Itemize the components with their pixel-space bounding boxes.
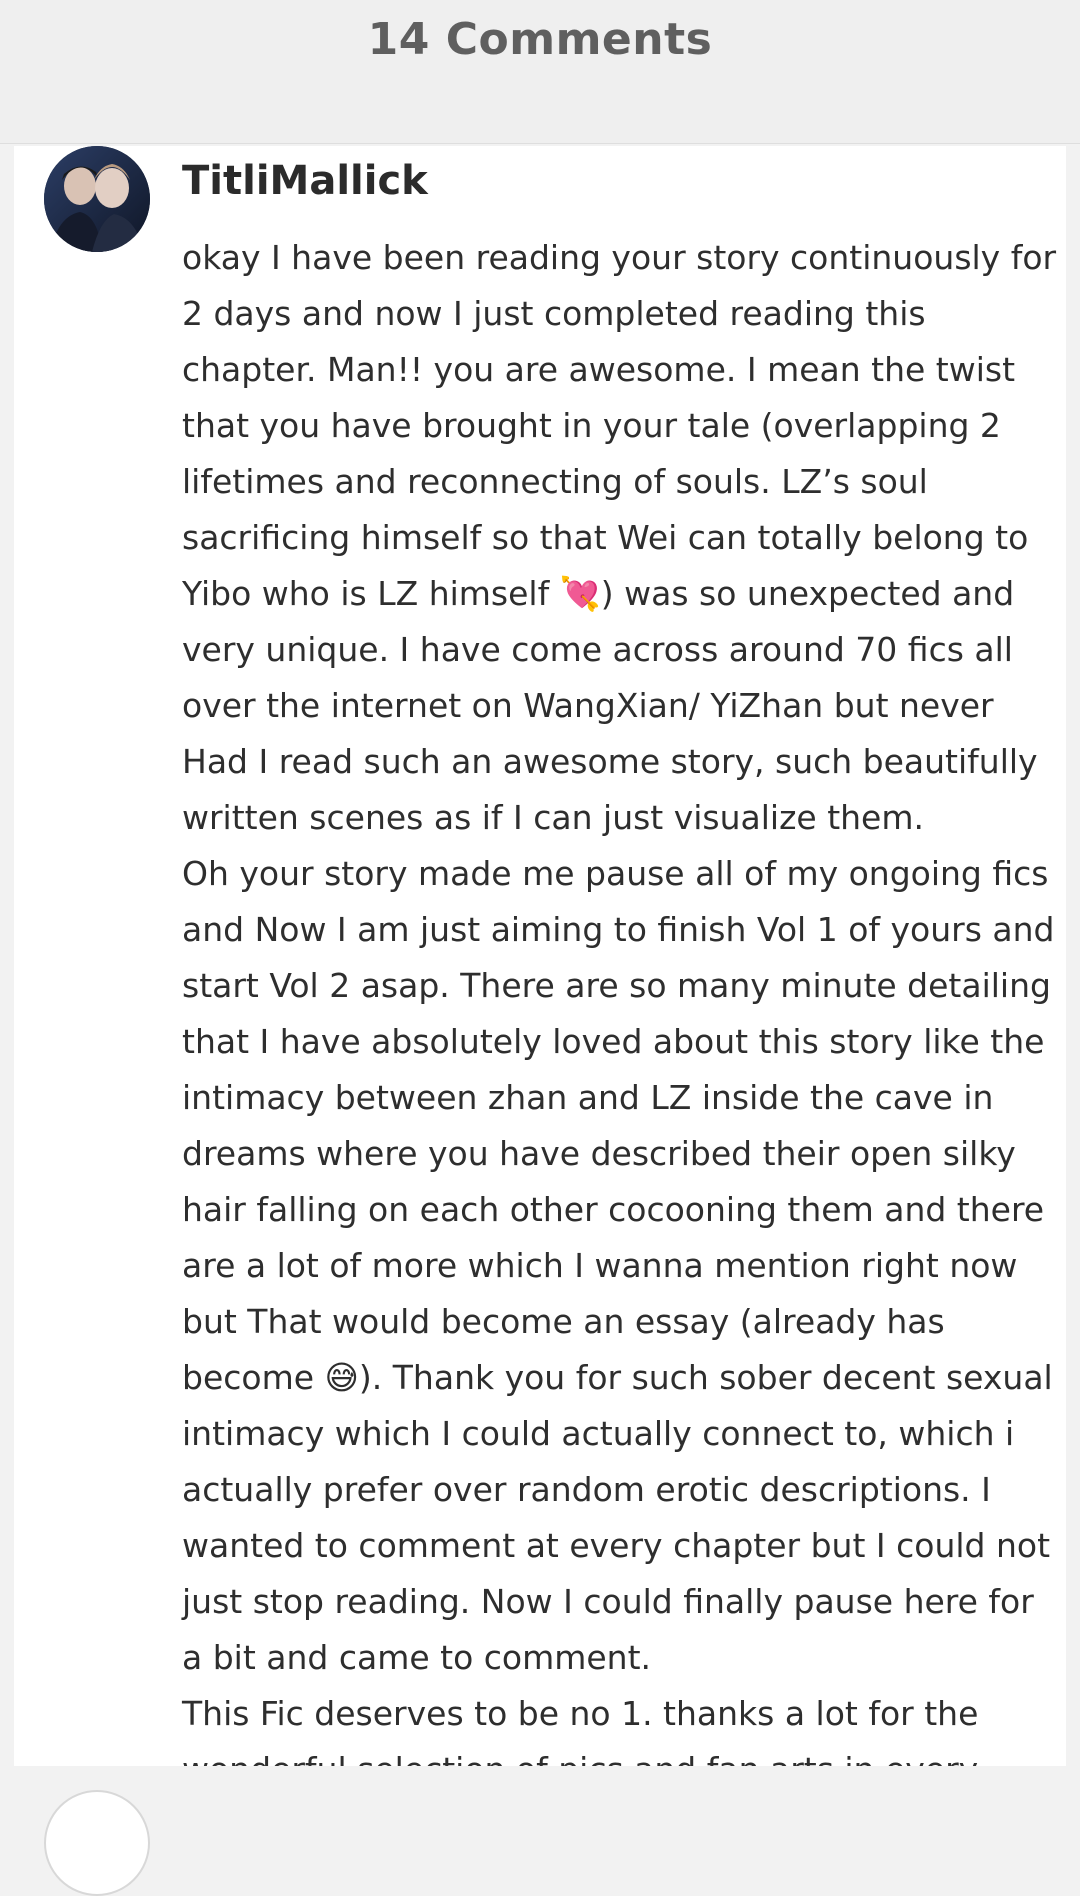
comment-username[interactable]: TitliMallick — [182, 158, 428, 204]
user-avatar-icon[interactable] — [44, 146, 150, 252]
comment-text: okay I have been reading your story cont… — [182, 238, 1057, 1766]
comment-card: TitliMallick okay I have been reading yo… — [14, 146, 1066, 1766]
comments-header: 14 Comments — [0, 0, 1080, 144]
next-comment-avatar-icon[interactable] — [44, 1790, 150, 1896]
comment-separator — [0, 1766, 1080, 1800]
comments-count-title: 14 Comments — [367, 14, 713, 65]
